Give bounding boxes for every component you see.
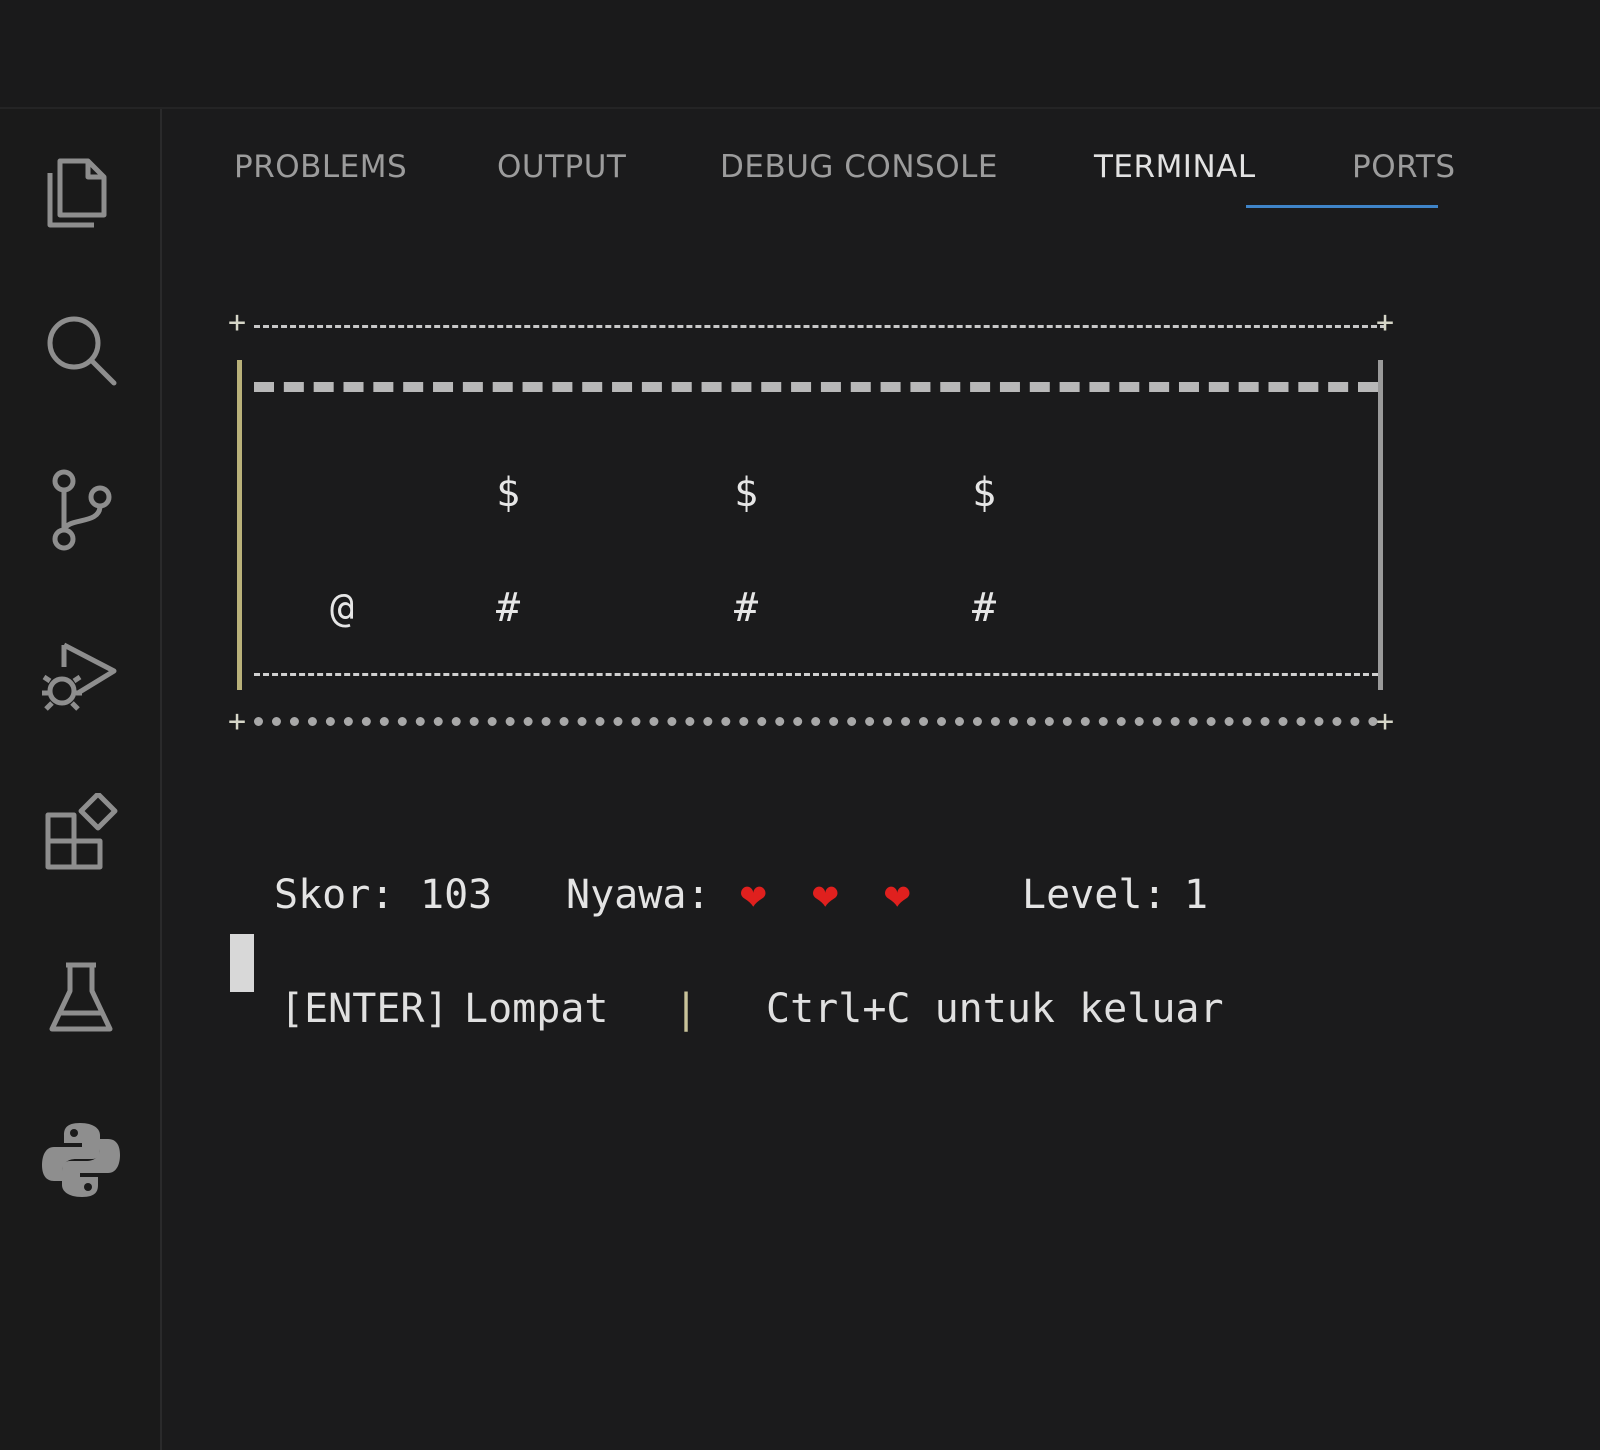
frame-bottom-border	[254, 717, 1378, 726]
help-separator: |	[674, 986, 699, 1032]
extensions-icon[interactable]	[38, 793, 124, 879]
frame-corner: +	[228, 704, 247, 739]
level-label: Level:	[1022, 872, 1167, 918]
obstacle: #	[733, 585, 759, 631]
obstacle: #	[971, 585, 997, 631]
search-icon[interactable]	[38, 307, 124, 393]
bottom-panel: PROBLEMS OUTPUT DEBUG CONSOLE TERMINAL P…	[162, 109, 1600, 1450]
box-right-border	[1378, 360, 1383, 690]
terminal-cursor	[230, 934, 254, 992]
help-key: [ENTER]	[280, 986, 449, 1032]
box-top-border	[254, 382, 1378, 392]
coin: $	[495, 470, 521, 516]
run-debug-icon[interactable]	[38, 631, 124, 717]
score-value: 103	[420, 872, 493, 918]
help-action: Lompat	[464, 986, 609, 1032]
frame-corner: +	[228, 305, 247, 340]
title-bar	[0, 0, 1600, 109]
terminal-view[interactable]: + + $ $ $ @ # # # + + Skor: 103 Nyawa: ❤…	[162, 109, 1600, 1450]
activity-bar	[0, 109, 162, 1450]
lives-label: Nyawa:	[566, 872, 711, 918]
files-icon[interactable]	[38, 149, 124, 235]
coin: $	[733, 470, 759, 516]
score-label: Skor:	[274, 872, 395, 918]
heart-icon: ❤	[740, 869, 767, 920]
box-left-border	[237, 360, 242, 690]
ground-line	[254, 673, 1378, 676]
python-icon[interactable]	[38, 1117, 124, 1203]
frame-top-border	[254, 325, 1386, 328]
player: @	[329, 585, 355, 631]
heart-icon: ❤	[812, 869, 839, 920]
frame-corner: +	[1376, 704, 1395, 739]
heart-icon: ❤	[884, 869, 911, 920]
obstacle: #	[495, 585, 521, 631]
help-quit-hint: Ctrl+C untuk keluar	[766, 986, 1224, 1032]
source-control-icon[interactable]	[38, 467, 124, 553]
flask-icon[interactable]	[38, 955, 124, 1041]
level-value: 1	[1184, 872, 1209, 918]
coin: $	[971, 470, 997, 516]
frame-corner: +	[1376, 305, 1395, 340]
